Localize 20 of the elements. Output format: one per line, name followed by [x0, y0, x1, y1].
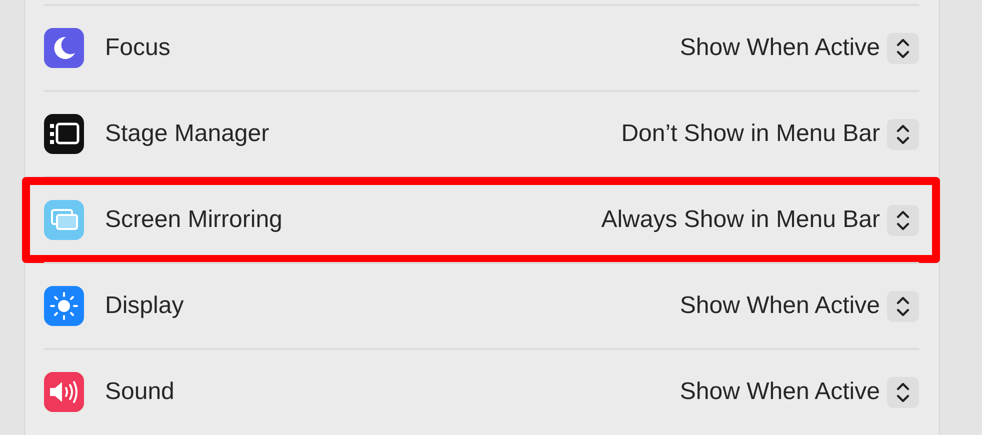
popup-stepper-icon[interactable]: [887, 32, 919, 64]
setting-label: Sound: [105, 378, 174, 406]
setting-label: Stage Manager: [105, 120, 270, 148]
setting-label: Display: [105, 292, 184, 320]
popup-stepper-icon[interactable]: [887, 290, 919, 322]
popup-stepper-icon[interactable]: [887, 376, 919, 408]
popup-value: Show When Active: [680, 292, 880, 320]
popup-value: Always Show in Menu Bar: [601, 206, 880, 234]
focus-icon: [44, 28, 84, 68]
sound-icon: [44, 372, 84, 412]
popup-value: Show When Active: [680, 378, 880, 406]
popup-value: Show When Active: [680, 34, 880, 62]
setting-label: Screen Mirroring: [105, 206, 282, 234]
popup-stepper-icon[interactable]: [887, 204, 919, 236]
stage-manager-icon: [44, 114, 84, 154]
display-icon: [44, 286, 84, 326]
popup-value: Don’t Show in Menu Bar: [621, 120, 880, 148]
popup-stepper-icon[interactable]: [887, 118, 919, 150]
setting-label: Focus: [105, 34, 170, 62]
screen-mirroring-icon: [44, 200, 84, 240]
